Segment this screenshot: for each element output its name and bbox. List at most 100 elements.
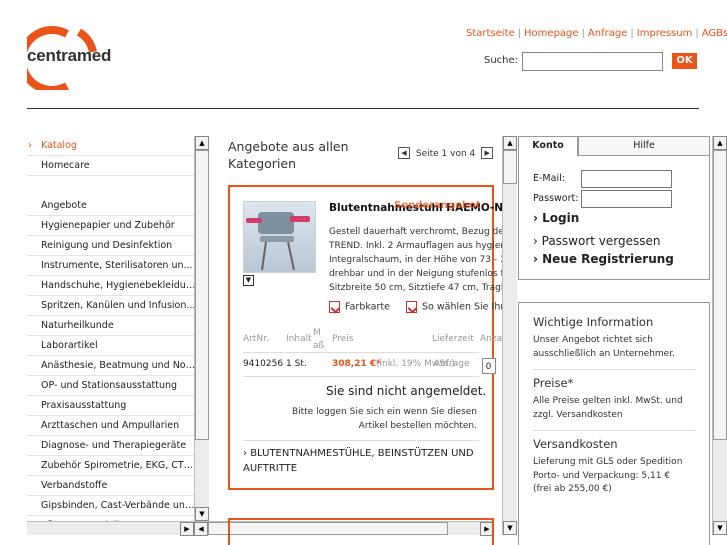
search-label: Suche: xyxy=(484,55,519,66)
sidebar-item[interactable]: Gipsbinden, Cast-Verbände und ... xyxy=(27,496,197,516)
logo-text: centramed xyxy=(27,46,112,65)
desc-line: Integralschaum, in der Höhe von 73 - 10 xyxy=(329,255,503,265)
product-description: Gestell dauerhaft verchromt, Bezug des T… xyxy=(329,225,503,295)
sidebar-item[interactable]: Laborartikel xyxy=(27,336,197,356)
pager-label: Seite 1 von 4 xyxy=(415,148,476,159)
scroll-up-icon[interactable]: ▲ xyxy=(503,136,517,150)
quantity-input[interactable] xyxy=(482,358,496,374)
table-divider xyxy=(243,352,479,353)
tab-hilfe[interactable]: Hilfe xyxy=(578,136,710,156)
product-image[interactable] xyxy=(243,201,316,273)
th-mass: Maß xyxy=(313,328,325,351)
register-label: Neue Registrierung xyxy=(542,252,674,266)
sidebar-item[interactable]: Handschuhe, Hygienebekleidung,... xyxy=(27,276,197,296)
email-field[interactable] xyxy=(581,170,672,188)
forgot-password-link[interactable]: › Passwort vergessen xyxy=(533,234,661,248)
th-anzahl: Anza xyxy=(480,334,502,344)
sidebar-item-katalog[interactable]: Katalog xyxy=(27,136,197,156)
sidebar-item[interactable]: Zubehör Spirometrie, EKG, CTG,... xyxy=(27,456,197,476)
desc-line: Sitzbreite 50 cm, Sitztiefe 47 cm, Tragk xyxy=(329,283,503,293)
sidebar-item[interactable]: Arzttaschen und Ampullarien xyxy=(27,416,197,436)
prev-page-icon[interactable]: ◀ xyxy=(398,147,410,159)
login-panel: E-Mail: Passwort: › Login › Passwort ver… xyxy=(518,156,710,280)
next-page-icon[interactable]: ▶ xyxy=(481,147,494,159)
category-divider xyxy=(243,440,479,441)
search-input[interactable] xyxy=(522,52,663,71)
sidebar-item[interactable]: Naturheilkunde xyxy=(27,316,197,336)
sale-overlay: Sonderangebot xyxy=(394,200,481,211)
td-inhalt: 1 St. xyxy=(286,359,307,369)
th-preis: Preis xyxy=(332,334,354,344)
sidebar-scrollbar[interactable]: ▲ ▼ xyxy=(194,136,209,521)
sidebar-item[interactable]: Spritzen, Kanülen und Infusion... xyxy=(27,296,197,316)
sidebar-item[interactable]: Angebote xyxy=(27,196,197,216)
farbkarte-label: Farbkarte xyxy=(345,301,390,313)
content-scrollbar[interactable]: ▲ ▼ xyxy=(502,136,517,535)
email-label: E-Mail: xyxy=(533,173,565,184)
sidebar-item-homecare[interactable]: Homecare xyxy=(27,156,197,176)
info-divider xyxy=(533,430,695,431)
register-link[interactable]: › Neue Registrierung xyxy=(533,252,674,266)
scroll-thumb[interactable] xyxy=(195,150,209,440)
desc-line: Gestell dauerhaft verchromt, Bezug des xyxy=(329,227,503,237)
password-field[interactable] xyxy=(581,190,672,208)
info-text: Unser Angebot richtet sich ausschließlic… xyxy=(533,335,675,359)
info-text: Alle Preise gelten inkl. MwSt. und zzgl.… xyxy=(533,396,683,420)
sidebar-item[interactable]: Instrumente, Sterilisatoren un... xyxy=(27,256,197,276)
nav-startseite[interactable]: Startseite xyxy=(466,28,515,39)
scroll-right-icon[interactable]: ▶ xyxy=(180,522,194,536)
category-sidebar: Katalog Homecare Angebote Hygienepapier … xyxy=(27,136,197,535)
category-link-label: BLUTENTNAHMESTÜHLE, BEINSTÜTZEN UND AUFT… xyxy=(243,448,474,474)
scroll-down-icon[interactable]: ▼ xyxy=(195,507,209,521)
scroll-down-icon[interactable]: ▼ xyxy=(503,521,517,535)
sidebar-item[interactable]: Diagnose- und Therapiegeräte xyxy=(27,436,197,456)
info-text: Porto- und Verpackung: 5,11 € xyxy=(533,470,671,481)
sidebar-hscrollbar[interactable]: ▶ xyxy=(27,521,194,536)
farbkarte-link[interactable]: Farbkarte xyxy=(329,301,390,313)
info-heading: Preise* xyxy=(533,376,574,390)
nav-agbs[interactable]: AGBs xyxy=(702,28,727,39)
sidebar-item[interactable]: OP- und Stationsausstattung xyxy=(27,376,197,396)
sidebar-item[interactable]: Praxisausstattung xyxy=(27,396,197,416)
info-heading: Versandkosten xyxy=(533,437,618,451)
account-tabs: Konto Hilfe xyxy=(518,136,710,156)
scroll-up-icon[interactable]: ▲ xyxy=(713,136,727,150)
info-text: (frei ab 255,00 €) xyxy=(533,484,612,494)
sidebar-item[interactable]: Hygienepapier und Zubehör xyxy=(27,216,197,236)
selection-guide-link[interactable]: So wählen Sie Ihre xyxy=(406,301,503,313)
login-label: Login xyxy=(542,211,580,225)
td-artnr: 9410256 xyxy=(243,359,284,369)
tab-konto[interactable]: Konto xyxy=(518,136,578,156)
desc-line: drehbar und in der Neigung stufenlos fix xyxy=(329,269,503,279)
not-logged-in-message: Sie sind nicht angemeldet. xyxy=(326,384,487,398)
pager: ◀ Seite 1 von 4 ▶ xyxy=(398,147,494,159)
search-ok-button[interactable]: OK xyxy=(672,53,697,69)
scroll-up-icon[interactable]: ▲ xyxy=(195,136,209,150)
category-link[interactable]: › BLUTENTNAHMESTÜHLE, BEINSTÜTZEN UND AU… xyxy=(243,446,479,476)
info-panel: Wichtige Information Unser Angebot richt… xyxy=(518,302,710,545)
desc-line: TREND. Inkl. 2 Armauflagen aus hygien xyxy=(329,241,503,251)
sidebar-item[interactable]: Reinigung und Desinfektion xyxy=(27,236,197,256)
info-text: Lieferung mit GLS oder Spedition xyxy=(533,457,683,467)
scroll-thumb[interactable] xyxy=(503,150,517,184)
scroll-left-icon[interactable]: ◀ xyxy=(194,522,208,536)
nav-anfrage[interactable]: Anfrage xyxy=(588,28,627,39)
scroll-down-icon[interactable]: ▼ xyxy=(713,521,727,535)
info-heading: Wichtige Information xyxy=(533,315,654,329)
selection-guide-label: So wählen Sie Ihre xyxy=(422,301,503,313)
login-link[interactable]: › Login xyxy=(533,211,579,225)
th-inhalt: Inhalt xyxy=(286,334,312,344)
td-preis: 308,21 €* xyxy=(332,359,381,369)
login-note: Bitte loggen Sie sich ein wenn Sie diese… xyxy=(291,407,477,431)
th-lieferzeit: Lieferzeit xyxy=(432,334,474,344)
scroll-thumb[interactable] xyxy=(713,150,727,440)
right-scrollbar[interactable]: ▲ ▼ xyxy=(712,136,727,535)
sidebar-item[interactable]: Anästhesie, Beatmung und Notfa... xyxy=(27,356,197,376)
nav-homepage[interactable]: Homepage xyxy=(524,28,579,39)
pdf-icon xyxy=(329,301,340,313)
top-nav: Startseite | Homepage | Anfrage | Impressum | AG… xyxy=(466,28,727,39)
expand-chevron-icon[interactable]: ▼ xyxy=(243,275,254,286)
pdf-icon xyxy=(406,301,417,313)
nav-impressum[interactable]: Impressum xyxy=(637,28,693,39)
sidebar-item[interactable]: Verbandstoffe xyxy=(27,476,197,496)
